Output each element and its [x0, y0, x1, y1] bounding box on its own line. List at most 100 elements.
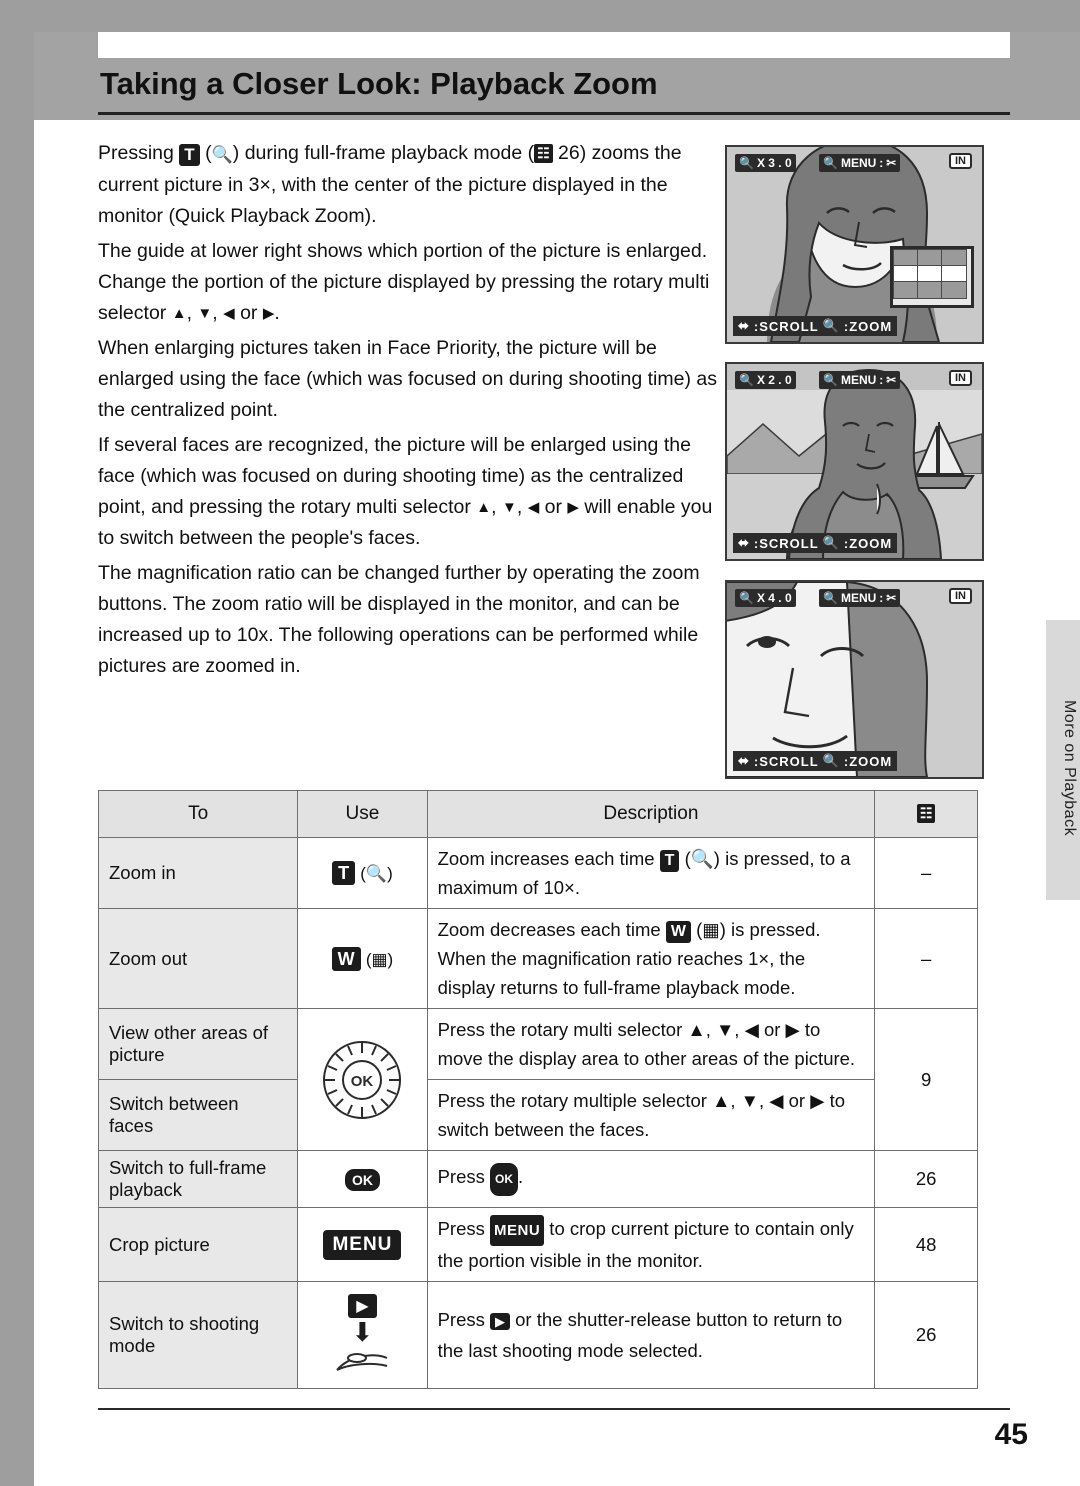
row-description-crop-picture: Press MENU to crop current picture to co…: [426, 1207, 876, 1282]
zoom-area-guide-minimap: [890, 246, 974, 308]
t-button-icon: T: [179, 144, 200, 166]
menu-hint-badge: 🔍 MENU : ✂: [819, 589, 901, 607]
scroll-label: :SCROLL: [753, 318, 819, 334]
arrow-right-icon: ▶: [262, 305, 275, 322]
zoom-ratio-badge: 🔍 X 4 . 0: [735, 589, 796, 607]
row-label-switch-shooting: Switch to shooting mode: [97, 1281, 299, 1389]
arrow-up-icon: ▲: [171, 305, 187, 322]
magnifier-icon: 🔍: [739, 591, 754, 605]
zoom-ratio-value: X 2 . 0: [756, 373, 792, 387]
table-row: Switch between faces Press the rotary mu…: [97, 1079, 978, 1151]
row-description-zoom-in: Zoom increases each time T (🔍) is presse…: [426, 837, 876, 909]
scroll-label: :SCROLL: [753, 753, 819, 769]
paragraph-4: If several faces are recognized, the pic…: [98, 434, 713, 549]
table-row: Switch to shooting mode ▶ ⬇ Press ▶ or t…: [97, 1281, 978, 1389]
arrow-left-icon: ◀: [223, 305, 235, 322]
rotary-selector-icon: ⬌: [738, 535, 750, 550]
arrow-left-icon: ◀: [527, 499, 540, 516]
arrow-up-icon: ▲: [476, 499, 492, 516]
scroll-zoom-hint: ⬌ :SCROLL 🔍 :ZOOM: [733, 316, 898, 336]
arrow-down-icon: ▼: [197, 305, 213, 322]
footer-rule: [98, 1408, 1010, 1410]
row-use-zoom-in: T (🔍): [297, 837, 428, 909]
row-page-zoom-in: –: [874, 837, 978, 909]
row-use-rotary-multi-selector: OK: [297, 1008, 428, 1151]
row-use-zoom-out: W (▦): [297, 908, 428, 1009]
page-title: Taking a Closer Look: Playback Zoom: [100, 66, 658, 101]
page-top-bleed: [0, 0, 1080, 32]
document-page: Taking a Closer Look: Playback Zoom Pres…: [0, 0, 1080, 1486]
title-underline: [98, 112, 1010, 115]
row-description-switch-between-faces: Press the rotary multiple selector ▲, ▼,…: [426, 1079, 876, 1151]
table-header-description: Description: [426, 790, 876, 838]
zoom-hint-label: :ZOOM: [843, 753, 893, 769]
down-arrow-icon: ⬇: [351, 1317, 374, 1347]
row-use-playback-shutter: ▶ ⬇: [297, 1281, 428, 1389]
thumbnail-grid-icon: ▦: [702, 919, 720, 940]
magnifier-plus-icon: 🔍: [211, 145, 233, 164]
magnifier-icon: 🔍: [823, 373, 838, 387]
menu-button-icon: MENU: [490, 1215, 545, 1246]
row-page-rotary: 9: [874, 1008, 978, 1151]
w-button-icon: W: [665, 921, 691, 943]
t-button-icon: T: [332, 861, 356, 885]
row-description-zoom-out: Zoom decreases each time W (▦) is presse…: [426, 908, 876, 1009]
t-button-icon: T: [659, 850, 680, 872]
book-ref-icon: ☷: [534, 144, 553, 163]
book-ref-icon: ☷: [916, 804, 936, 823]
zoom-hint-label: :ZOOM: [843, 318, 893, 334]
menu-button-icon: MENU: [323, 1229, 402, 1260]
page-number: 45: [994, 1418, 1028, 1451]
paragraph-2: The guide at lower right shows which por…: [98, 236, 718, 329]
zoom-ratio-badge: 🔍 X 3 . 0: [735, 154, 796, 172]
body-column: Pressing T (🔍) during full-frame playbac…: [98, 138, 718, 686]
paragraph-5: The magnification ratio can be changed f…: [98, 562, 700, 677]
w-button-icon: W: [331, 946, 361, 971]
magnifier-plus-icon: 🔍: [690, 848, 714, 869]
operations-table: To Use Description ☷ Zoom in T (🔍) Zoom …: [97, 790, 978, 1389]
menu-hint-badge: 🔍 MENU : ✂: [819, 154, 901, 172]
face-extreme-closeup-drawing: [727, 582, 982, 777]
rotary-multi-selector-icon: OK: [323, 1040, 402, 1119]
portrait-closeup-drawing: [727, 147, 982, 342]
row-label-switch-fullframe: Switch to full-frame playback: [97, 1150, 299, 1208]
ok-button-icon: OK: [344, 1168, 380, 1191]
table-row: Switch to full-frame playback OK Press O…: [97, 1150, 978, 1208]
page-left-bleed: [0, 0, 34, 1486]
table-header-row: To Use Description ☷: [97, 790, 978, 838]
row-page-zoom-out: –: [874, 908, 978, 1009]
rotary-selector-icon: ⬌: [738, 753, 750, 768]
table-header-to: To: [97, 790, 299, 838]
paragraph-3: When enlarging pictures taken in Face Pr…: [98, 337, 717, 421]
zoom-ratio-value: X 4 . 0: [756, 591, 792, 605]
svg-text:OK: OK: [351, 1073, 374, 1090]
playback-button-icon: ▶: [348, 1294, 377, 1318]
magnifier-icon: 🔍: [822, 318, 840, 333]
magnifier-plus-icon: (🔍): [360, 864, 393, 883]
thumbnail-grid-icon: (▦): [365, 949, 394, 969]
camera-screen-illustration-2: 🔍 X 2 . 0 🔍 MENU : ✂ IN ⬌ :SCROLL 🔍 :ZOO…: [725, 362, 984, 561]
paragraph-1: Pressing T (🔍) during full-frame playbac…: [98, 138, 718, 232]
menu-label: MENU: [840, 591, 877, 605]
magnifier-icon: 🔍: [822, 535, 840, 550]
separator: :: [879, 156, 884, 170]
memory-indicator-badge: IN: [949, 153, 972, 169]
crop-scissors-icon: ✂: [886, 591, 897, 605]
row-label-crop-picture: Crop picture: [97, 1207, 299, 1282]
scroll-label: :SCROLL: [753, 535, 819, 551]
row-page-crop-picture: 48: [874, 1207, 978, 1282]
arrow-down-icon: ▼: [501, 499, 517, 516]
memory-indicator-badge: IN: [949, 370, 972, 386]
table-header-page-ref: ☷: [874, 790, 978, 838]
arrow-right-icon: ▶: [567, 499, 579, 516]
row-page-switch-fullframe: 26: [874, 1150, 978, 1208]
section-tab-label: More on Playback: [1061, 700, 1078, 837]
row-description-view-other-areas: Press the rotary multi selector ▲, ▼, ◀ …: [426, 1008, 876, 1080]
row-use-menu-button: MENU: [297, 1207, 428, 1282]
row-label-switch-between-faces: Switch between faces: [97, 1079, 299, 1151]
rotary-selector-icon: ⬌: [738, 318, 750, 333]
ok-button-icon: OK: [490, 1163, 518, 1196]
magnifier-icon: 🔍: [823, 156, 838, 170]
crop-scissors-icon: ✂: [886, 373, 897, 387]
row-label-zoom-out: Zoom out: [97, 908, 299, 1009]
